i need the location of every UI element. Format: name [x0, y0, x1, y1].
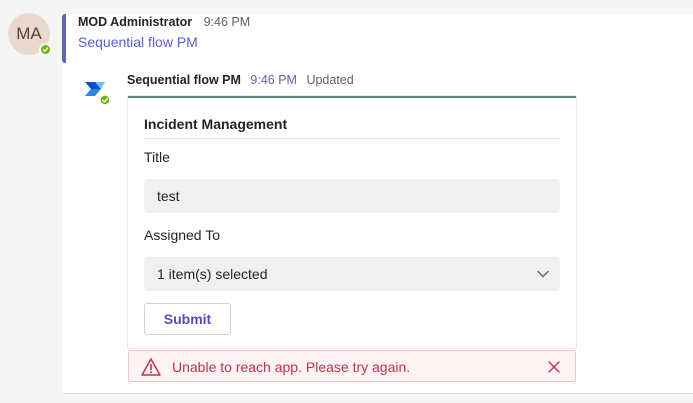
avatar-initials: MA: [16, 24, 42, 43]
message-time: 9:46 PM: [203, 15, 251, 29]
title-label: Title: [144, 149, 170, 165]
assigned-to-dropdown[interactable]: 1 item(s) selected: [144, 257, 560, 291]
reply-status: Updated: [306, 73, 354, 87]
submit-button[interactable]: Submit: [144, 303, 231, 335]
teams-conversation: MA MOD Administrator 9:46 PM Sequential …: [0, 0, 693, 403]
avatar[interactable]: MA: [8, 13, 52, 56]
message-sender: MOD Administrator: [78, 15, 193, 29]
warning-icon: [141, 358, 161, 376]
error-banner: Unable to reach app. Please try again.: [128, 350, 576, 382]
message-card[interactable]: MOD Administrator 9:46 PM Sequential flo…: [62, 14, 693, 63]
presence-available-icon: [39, 43, 52, 56]
divider: [62, 393, 693, 394]
reply-sender: Sequential flow PM: [127, 73, 241, 87]
assigned-to-label: Assigned To: [144, 227, 221, 243]
error-message: Unable to reach app. Please try again.: [172, 359, 411, 375]
message-text[interactable]: Sequential flow PM: [78, 34, 198, 50]
reply-time[interactable]: 9:46 PM: [250, 73, 297, 87]
power-automate-icon[interactable]: [83, 78, 111, 106]
title-input-value: test: [157, 188, 180, 204]
assigned-to-value: 1 item(s) selected: [157, 266, 268, 282]
chevron-down-icon: [537, 270, 549, 278]
title-input[interactable]: test: [144, 179, 560, 213]
card-title: Incident Management: [144, 116, 560, 139]
close-icon[interactable]: [547, 360, 561, 374]
adaptive-card: Incident Management Title test Assigned …: [128, 96, 576, 348]
reply-header: Sequential flow PM 9:46 PM Updated: [127, 73, 354, 87]
message-header: MOD Administrator 9:46 PM: [78, 15, 250, 29]
